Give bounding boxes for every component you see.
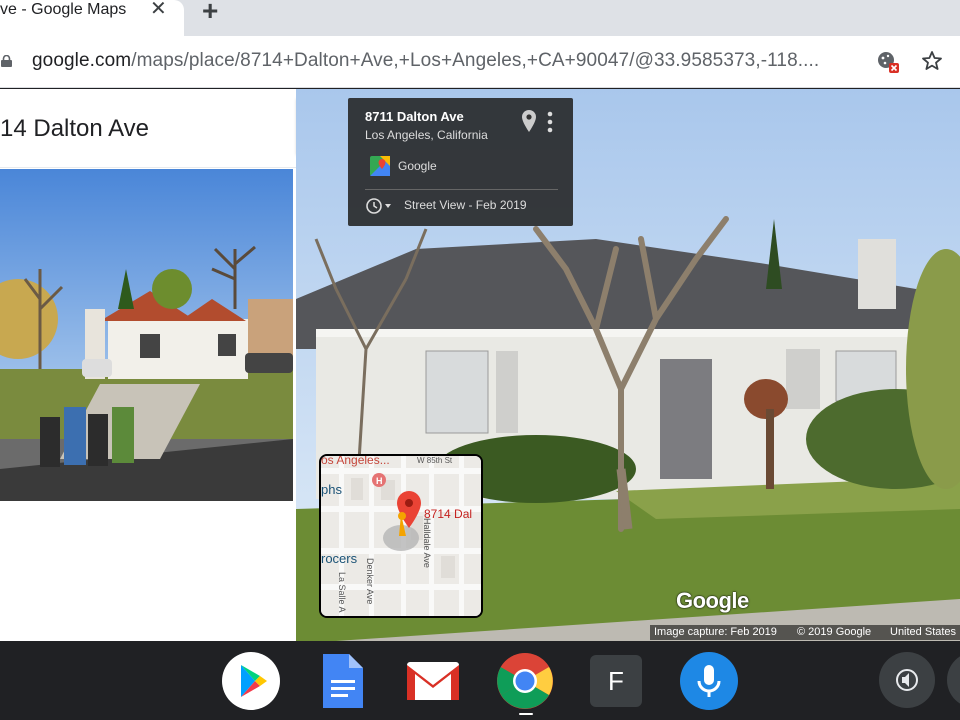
cookie-blocked-icon[interactable] <box>876 50 900 74</box>
attribution-bar: Image capture: Feb 2019 © 2019 Google Un… <box>650 625 960 640</box>
divider <box>0 167 296 168</box>
gmail-icon[interactable] <box>404 652 462 710</box>
minimap-street-label: W 85th St <box>417 456 453 465</box>
place-photo[interactable] <box>0 169 293 501</box>
copyright-label[interactable]: © 2019 Google <box>797 626 871 638</box>
address-bar[interactable]: google.com/maps/place/8714+Dalton+Ave,+L… <box>0 36 960 88</box>
chrome-icon[interactable] <box>496 652 554 710</box>
new-tab-button[interactable]: + <box>202 0 218 25</box>
street-view-city: Los Angeles, California <box>365 128 488 142</box>
minimap-poi-label-2: rocers <box>321 551 358 566</box>
lock-icon[interactable] <box>1 55 12 67</box>
f-app-icon[interactable]: F <box>590 655 642 707</box>
bookmark-star-icon[interactable] <box>920 49 944 73</box>
minimap-street-label-3: Denker Ave <box>365 558 375 604</box>
minimap-poi-label: phs <box>321 482 342 497</box>
minimap-area-label: os Angeles... <box>321 456 390 467</box>
active-app-indicator <box>519 713 533 715</box>
place-panel: 14 Dalton Ave <box>0 89 296 641</box>
image-capture-label: Image capture: Feb 2019 <box>654 626 777 638</box>
volume-button[interactable] <box>879 652 935 708</box>
play-store-icon[interactable] <box>222 652 280 710</box>
tab-strip: ve - Google Maps ✕ + <box>0 0 960 36</box>
microphone-icon[interactable] <box>680 652 738 710</box>
street-view-address[interactable]: 8711 Dalton Ave <box>365 109 464 124</box>
google-docs-icon[interactable] <box>312 652 370 710</box>
minimap-pin-label: 8714 Dal <box>424 507 472 521</box>
minimap-street-label-4: La Salle A <box>337 572 347 613</box>
browser-tab[interactable]: ve - Google Maps ✕ <box>0 0 184 36</box>
url-text[interactable]: google.com/maps/place/8714+Dalton+Ave,+L… <box>32 50 819 72</box>
minimap-street-label-2: Halldale Ave <box>422 518 432 568</box>
google-maps-icon[interactable] <box>370 156 390 176</box>
street-view-info-card: 8711 Dalton Ave Los Angeles, California … <box>348 98 573 226</box>
country-label: United States <box>890 626 957 638</box>
speaker-icon <box>896 669 918 691</box>
history-clock-icon[interactable] <box>365 197 393 215</box>
google-logo: Google <box>676 588 749 613</box>
chromeos-shelf <box>0 641 960 720</box>
divider <box>365 189 558 190</box>
street-view-date[interactable]: Street View - Feb 2019 <box>404 198 527 212</box>
close-tab-icon[interactable]: ✕ <box>150 0 167 19</box>
more-options-icon[interactable] <box>547 111 553 133</box>
mini-map[interactable]: os Angeles... W 85th St H phs rocers Hal… <box>319 454 483 618</box>
place-title: 14 Dalton Ave <box>0 115 150 142</box>
provider-label: Google <box>398 159 437 173</box>
tab-title: ve - Google Maps <box>0 1 127 18</box>
location-pin-icon[interactable] <box>522 110 536 132</box>
svg-text:H: H <box>376 476 383 486</box>
url-path: /maps/place/8714+Dalton+Ave,+Los+Angeles… <box>131 50 820 71</box>
url-host: google.com <box>32 50 132 71</box>
